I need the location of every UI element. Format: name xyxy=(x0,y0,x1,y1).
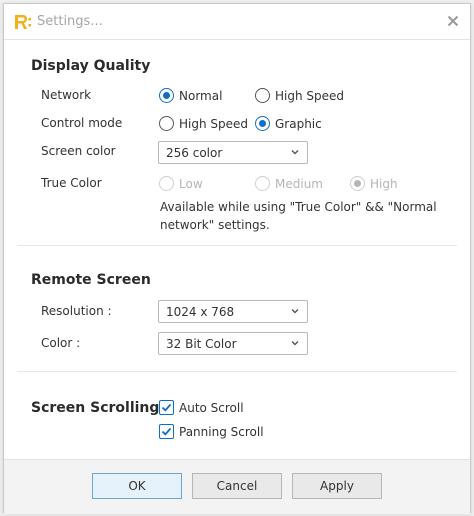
checkbox-label: Panning Scroll xyxy=(179,424,264,439)
divider xyxy=(17,245,457,246)
radio-indicator xyxy=(255,116,270,131)
checkbox-indicator xyxy=(159,400,174,415)
screen-scrolling-heading: Screen Scrolling xyxy=(31,400,160,416)
dialog-footer: OK Cancel Apply xyxy=(4,459,470,514)
true-color-label: True Color xyxy=(41,176,102,190)
true-color-low-radio[interactable]: Low xyxy=(159,176,203,191)
close-button[interactable] xyxy=(444,12,462,30)
color-label: Color : xyxy=(41,336,81,350)
control-mode-graphic-radio[interactable]: Graphic xyxy=(255,116,322,131)
network-normal-radio[interactable]: Normal xyxy=(159,88,222,103)
radio-indicator xyxy=(159,116,174,131)
radio-label: High Speed xyxy=(179,116,249,131)
title-bar: Settings... xyxy=(4,4,470,40)
select-value: 1024 x 768 xyxy=(166,304,235,319)
cancel-button[interactable]: Cancel xyxy=(192,473,282,499)
panning-scroll-checkbox[interactable]: Panning Scroll xyxy=(159,424,264,439)
radio-label: Normal xyxy=(179,88,223,103)
radio-label: High xyxy=(370,176,398,191)
select-value: 32 Bit Color xyxy=(166,336,237,351)
resolution-select[interactable]: 1024 x 768 xyxy=(158,300,308,323)
radio-label: Medium xyxy=(275,176,323,191)
screen-color-label: Screen color xyxy=(41,144,116,158)
auto-scroll-checkbox[interactable]: Auto Scroll xyxy=(159,400,244,415)
color-select[interactable]: 32 Bit Color xyxy=(158,332,308,355)
checkbox-label: Auto Scroll xyxy=(179,400,244,415)
checkmark-icon xyxy=(161,403,172,412)
radio-indicator xyxy=(350,176,365,191)
radio-label: High Speed xyxy=(275,88,345,103)
true-color-note: Available while using "True Color" && "N… xyxy=(160,200,437,232)
app-logo-icon xyxy=(15,15,31,29)
radio-label: Low xyxy=(179,176,203,191)
radio-indicator xyxy=(159,88,174,103)
radio-indicator xyxy=(159,176,174,191)
true-color-high-radio[interactable]: High xyxy=(350,176,398,191)
true-color-medium-radio[interactable]: Medium xyxy=(255,176,323,191)
radio-indicator xyxy=(255,88,270,103)
resolution-label: Resolution : xyxy=(41,304,112,318)
network-high-speed-radio[interactable]: High Speed xyxy=(255,88,344,103)
chevron-down-icon xyxy=(291,309,299,314)
checkmark-icon xyxy=(161,427,172,436)
apply-button[interactable]: Apply xyxy=(292,473,382,499)
settings-dialog: Settings... Display Quality Network Norm… xyxy=(3,3,471,514)
radio-indicator xyxy=(255,176,270,191)
network-label: Network xyxy=(41,88,92,102)
checkbox-indicator xyxy=(159,424,174,439)
control-mode-label: Control mode xyxy=(41,116,123,130)
radio-label: Graphic xyxy=(275,116,322,131)
control-mode-high-speed-radio[interactable]: High Speed xyxy=(159,116,248,131)
screen-color-select[interactable]: 256 color xyxy=(158,141,308,164)
ok-button[interactable]: OK xyxy=(92,473,182,499)
chevron-down-icon xyxy=(291,150,299,155)
chevron-down-icon xyxy=(291,341,299,346)
display-quality-heading: Display Quality xyxy=(31,58,151,74)
select-value: 256 color xyxy=(166,145,223,160)
remote-screen-heading: Remote Screen xyxy=(31,272,151,288)
close-icon xyxy=(447,15,459,27)
divider xyxy=(17,371,457,372)
window-title: Settings... xyxy=(37,14,103,29)
